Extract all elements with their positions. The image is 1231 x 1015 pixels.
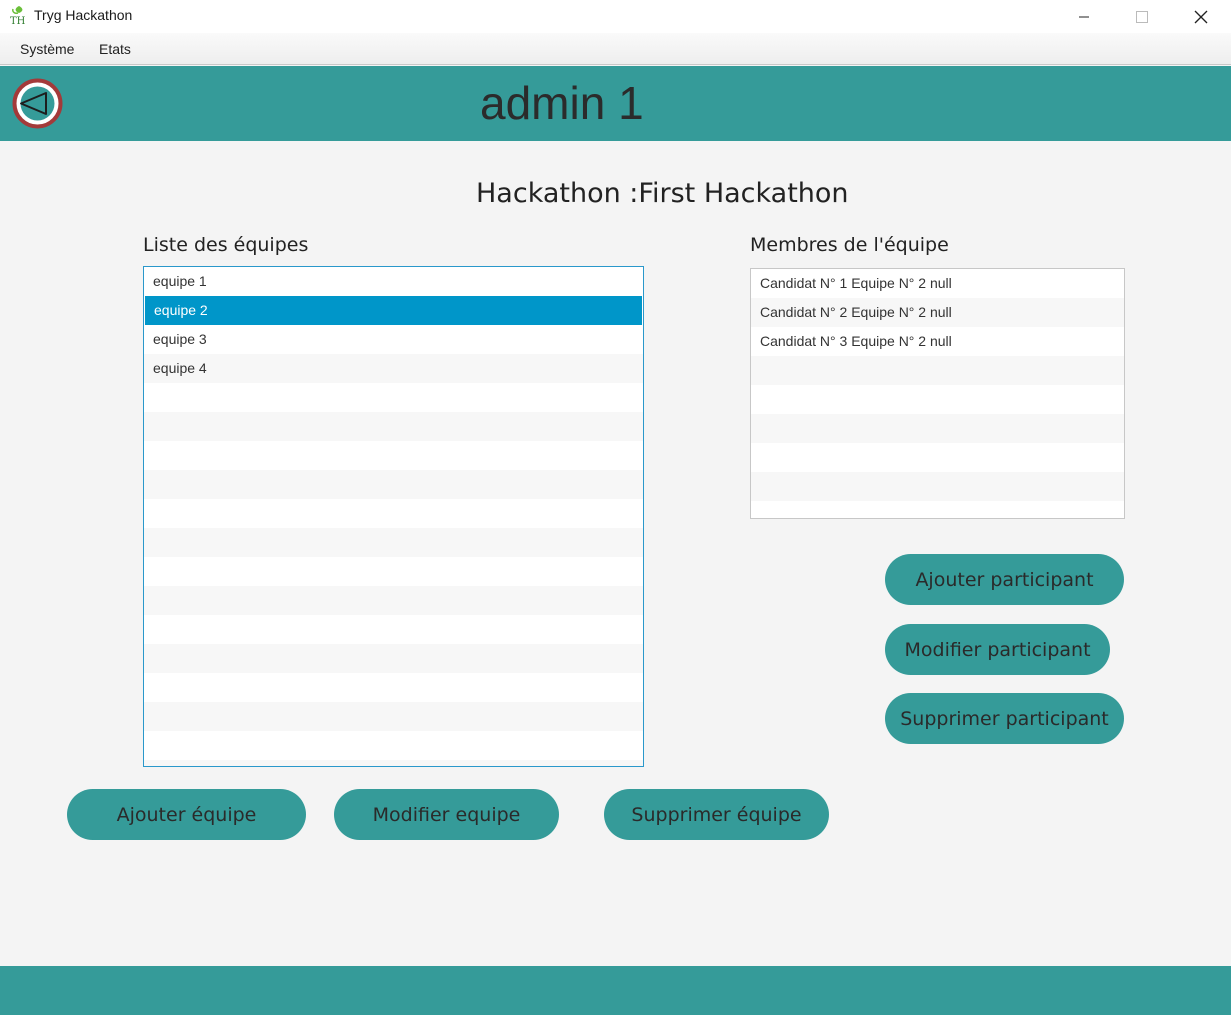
- minimize-icon: [1079, 16, 1089, 17]
- maximize-icon: [1136, 10, 1148, 23]
- back-arrow-icon[interactable]: [12, 78, 63, 129]
- empty-row: [144, 644, 643, 673]
- empty-row: [144, 383, 643, 412]
- add-participant-button[interactable]: Ajouter participant: [885, 554, 1124, 605]
- member-item[interactable]: Candidat N° 1 Equipe N° 2 null: [751, 269, 1124, 298]
- maximize-button[interactable]: [1113, 0, 1171, 33]
- close-icon: [1194, 10, 1208, 23]
- edit-participant-button[interactable]: Modifier participant: [885, 624, 1110, 675]
- menu-etats[interactable]: Etats: [99, 41, 131, 57]
- members-list-label: Membres de l'équipe: [750, 234, 949, 256]
- empty-row: [144, 499, 643, 528]
- team-item[interactable]: equipe 3: [144, 325, 643, 354]
- empty-row: [144, 731, 643, 760]
- header-bar: admin 1: [0, 66, 1231, 141]
- menu-systeme[interactable]: Système: [20, 41, 74, 57]
- window-title: Tryg Hackathon: [34, 7, 133, 23]
- window-titlebar: TH Tryg Hackathon: [0, 0, 1231, 33]
- edit-team-button[interactable]: Modifier equipe: [334, 789, 559, 840]
- teams-list[interactable]: equipe 1 equipe 2 equipe 3 equipe 4: [143, 266, 644, 767]
- empty-row: [751, 443, 1124, 472]
- empty-row: [751, 414, 1124, 443]
- user-title: admin 1: [480, 77, 644, 129]
- empty-row: [144, 586, 643, 615]
- members-list[interactable]: Candidat N° 1 Equipe N° 2 null Candidat …: [750, 268, 1125, 519]
- menu-bar: Système Etats: [0, 33, 1231, 65]
- empty-row: [144, 673, 643, 702]
- member-item[interactable]: Candidat N° 3 Equipe N° 2 null: [751, 327, 1124, 356]
- hackathon-title: Hackathon :First Hackathon: [476, 178, 849, 209]
- empty-row: [144, 557, 643, 586]
- add-team-button[interactable]: Ajouter équipe: [67, 789, 306, 840]
- empty-row: [144, 702, 643, 731]
- empty-row: [144, 615, 643, 644]
- empty-row: [751, 385, 1124, 414]
- empty-row: [751, 356, 1124, 385]
- close-button[interactable]: [1172, 0, 1230, 33]
- team-item[interactable]: equipe 1: [144, 267, 643, 296]
- empty-row: [751, 472, 1124, 501]
- footer-bar: [0, 966, 1231, 1015]
- empty-row: [144, 412, 643, 441]
- empty-row: [144, 760, 643, 766]
- app-logo-icon: TH: [10, 6, 26, 25]
- svg-text:TH: TH: [10, 16, 26, 25]
- teams-list-label: Liste des équipes: [143, 234, 309, 256]
- empty-row: [144, 470, 643, 499]
- empty-row: [751, 501, 1124, 518]
- team-item-selected[interactable]: equipe 2: [145, 296, 642, 325]
- delete-participant-button[interactable]: Supprimer participant: [885, 693, 1124, 744]
- empty-row: [144, 441, 643, 470]
- empty-row: [144, 528, 643, 557]
- delete-team-button[interactable]: Supprimer équipe: [604, 789, 829, 840]
- team-item[interactable]: equipe 4: [144, 354, 643, 383]
- minimize-button[interactable]: [1055, 0, 1113, 33]
- member-item[interactable]: Candidat N° 2 Equipe N° 2 null: [751, 298, 1124, 327]
